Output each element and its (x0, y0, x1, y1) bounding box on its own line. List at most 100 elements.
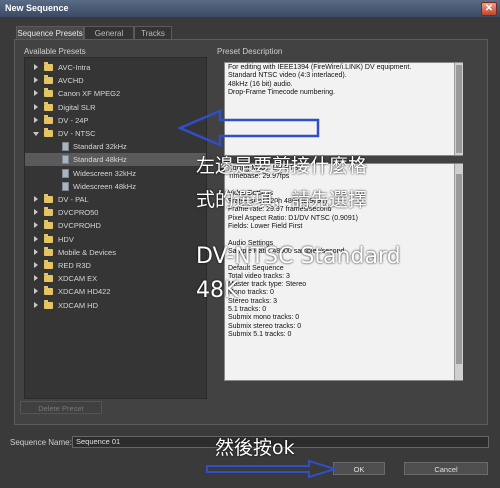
description-line: Standard NTSC video (4:3 interlaced). (228, 72, 347, 80)
folder-icon (44, 88, 53, 98)
preset-label: Canon XF MPEG2 (58, 89, 121, 99)
detail-line: Mono tracks: 0 (228, 289, 274, 297)
expand-arrow-icon[interactable] (34, 275, 38, 282)
folder-icon (44, 273, 53, 283)
expand-arrow-icon[interactable] (34, 262, 38, 268)
preset-label: XDCAM HD (58, 300, 99, 310)
preset-folder[interactable]: DVCPROHD (25, 219, 206, 232)
expand-arrow-icon[interactable] (34, 116, 38, 123)
preset-label: DVCPROHD (58, 221, 101, 231)
preset-folder[interactable]: HDV (25, 233, 206, 246)
expand-arrow-icon[interactable] (34, 209, 38, 216)
preset-label: XDCAM EX (58, 274, 98, 284)
preset-folder[interactable]: XDCAM HD422 (25, 285, 206, 298)
annotation-line-3: DV-NTSC Standard (196, 244, 401, 269)
expand-arrow-icon[interactable] (34, 103, 38, 110)
detail-line: Submix 5.1 tracks: 0 (228, 330, 292, 338)
annotation-line-2: 式的選項，請先選擇 (196, 189, 368, 211)
preset-item[interactable]: Widescreen 48kHz (25, 180, 206, 193)
left-arrow-annotation (176, 109, 320, 147)
folder-icon (44, 194, 53, 203)
folder-icon (44, 260, 53, 269)
tab-tracks[interactable]: Tracks (134, 26, 172, 40)
window-title: New Sequence (5, 3, 69, 13)
preset-label: AVCHD (58, 76, 84, 86)
detail-line (228, 231, 459, 239)
collapse-arrow-icon[interactable] (33, 132, 39, 136)
preset-label: AVC-Intra (58, 63, 91, 72)
detail-line: Fields: Lower Field First (228, 223, 303, 231)
expand-arrow-icon[interactable] (34, 248, 38, 255)
preset-label: Standard 48kHz (73, 155, 127, 165)
detail-line: Submix mono tracks: 0 (228, 314, 300, 322)
cancel-button[interactable]: Cancel (404, 462, 488, 475)
expand-arrow-icon[interactable] (34, 222, 38, 229)
sequence-name-label: Sequence Name: (10, 438, 72, 447)
folder-icon (44, 114, 53, 124)
preset-label: DV - NTSC (58, 129, 96, 138)
tab-sequence-presets[interactable]: Sequence Presets (16, 26, 84, 40)
preset-label: XDCAM HD422 (58, 287, 111, 297)
preset-folder[interactable]: XDCAM HD (25, 299, 206, 312)
expand-arrow-icon[interactable] (34, 235, 38, 242)
detail-line: Master track type: Stereo (228, 281, 307, 289)
close-icon[interactable]: ✕ (481, 2, 497, 16)
expand-arrow-icon[interactable] (34, 77, 38, 84)
preset-folder[interactable]: AVCHD (25, 74, 206, 87)
preset-item[interactable]: Standard 48kHz (25, 153, 206, 167)
bottom-arrow-annotation (206, 459, 337, 479)
expand-arrow-icon[interactable] (34, 64, 38, 70)
preset-label: Widescreen 48kHz (73, 181, 136, 191)
preset-label: DVCPRO50 (58, 208, 99, 218)
description-line: Drop-Frame Timecode numbering. (228, 88, 335, 96)
detail-line: Submix stereo tracks: 0 (228, 322, 302, 330)
preset-folder[interactable]: Mobile & Devices (25, 246, 206, 259)
available-presets-label: Available Presets (24, 47, 86, 56)
preset-label: Mobile & Devices (58, 247, 116, 257)
preset-folder[interactable]: DVCPRO50 (25, 206, 206, 219)
folder-icon (44, 286, 53, 296)
preset-label: DV - 24P (58, 115, 89, 125)
folder-icon (44, 62, 53, 71)
folder-icon (44, 101, 53, 111)
preset-label: Widescreen 32kHz (73, 168, 136, 178)
folder-icon (44, 220, 53, 230)
expand-arrow-icon[interactable] (34, 90, 38, 97)
preset-folder[interactable]: AVC-Intra (25, 61, 206, 74)
preset-file-icon (62, 168, 69, 178)
preset-label: DV - PAL (58, 195, 89, 204)
preset-label: Digital SLR (58, 102, 96, 112)
detail-line: Pixel Aspect Ratio: D1/DV NTSC (0.9091) (228, 214, 358, 222)
preset-label: HDV (58, 234, 74, 244)
folder-icon (44, 75, 53, 85)
preset-item[interactable]: Widescreen 32kHz (25, 167, 206, 180)
preset-folder[interactable]: DV - PAL (25, 193, 206, 206)
detail-line: 5.1 tracks: 0 (228, 306, 267, 314)
preset-label: RED R3D (58, 261, 91, 270)
expand-arrow-icon[interactable] (34, 301, 38, 308)
tab-general[interactable]: General (84, 26, 134, 40)
preset-file-icon (62, 142, 69, 152)
folder-icon (44, 299, 53, 309)
title-bar: New Sequence ✕ (0, 0, 500, 17)
detail-line: Total video tracks: 3 (228, 272, 290, 280)
preset-folder[interactable]: Canon XF MPEG2 (25, 87, 206, 100)
expand-arrow-icon[interactable] (34, 196, 38, 202)
delete-preset-button[interactable]: Delete Preset (20, 401, 102, 414)
expand-arrow-icon[interactable] (34, 288, 38, 295)
details-scrollbar[interactable] (454, 164, 463, 380)
preset-folder[interactable]: XDCAM EX (25, 272, 206, 285)
folder-icon (44, 246, 53, 256)
ok-button[interactable]: OK (333, 462, 385, 475)
preset-file-icon (62, 155, 69, 165)
folder-icon (44, 207, 53, 217)
description-scrollbar[interactable] (454, 63, 463, 155)
scroll-thumb[interactable] (456, 174, 462, 364)
preset-label: Standard 32kHz (73, 142, 127, 152)
annotation-line-1: 左邊是要剪接什麼格 (196, 155, 368, 177)
preset-description-label: Preset Description (217, 47, 283, 56)
preset-folder[interactable]: RED R3D (25, 259, 206, 272)
folder-icon (44, 233, 53, 243)
description-line: 48kHz (16 bit) audio. (228, 80, 293, 88)
scroll-thumb[interactable] (456, 65, 462, 153)
